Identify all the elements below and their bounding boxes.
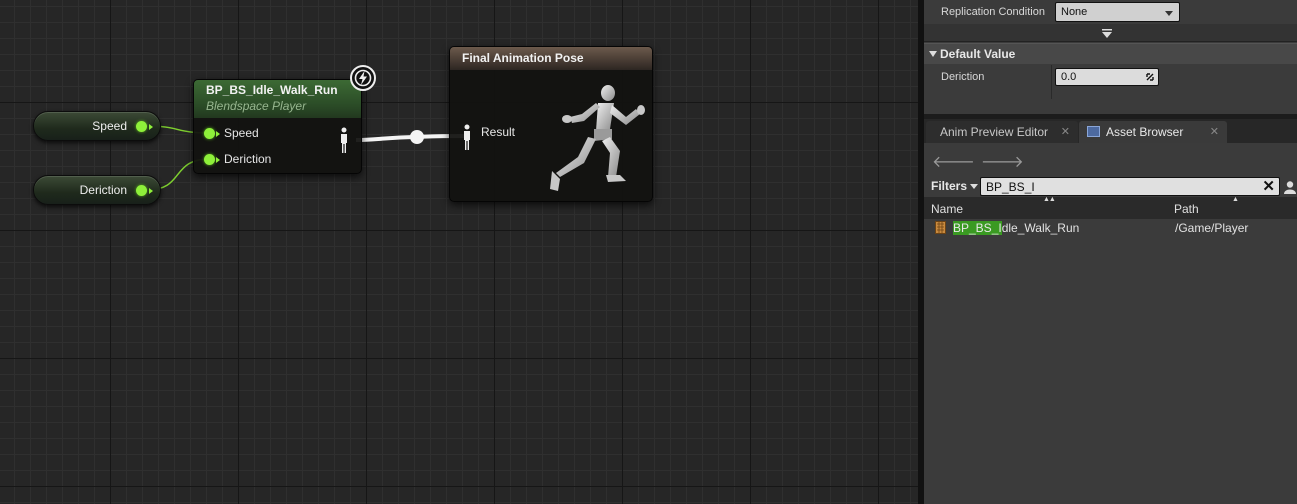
forward-arrow-icon[interactable]: 🡒 [981, 154, 1030, 171]
speed-output-pin[interactable] [136, 121, 147, 132]
asset-search-value: BP_BS_I [986, 180, 1035, 194]
user-icon[interactable] [1283, 180, 1297, 194]
collapse-arrow-icon [929, 51, 937, 57]
tab-anim-preview-label: Anim Preview Editor [940, 125, 1049, 139]
back-arrow-icon[interactable]: 🡐 [932, 154, 981, 171]
pin-arrow-icon [149, 188, 153, 194]
deriction-default-row: Deriction 0.0 [924, 65, 1297, 99]
column-header-name[interactable]: Name [931, 202, 963, 216]
result-input-pin-row[interactable]: Result [462, 124, 515, 156]
close-icon[interactable]: ✕ [1210, 125, 1219, 138]
expand-arrow-icon [1102, 29, 1112, 38]
result-label: Result [481, 125, 516, 139]
anim-asset-icon [935, 221, 946, 234]
default-value-section-header[interactable]: Default Value [924, 43, 1297, 64]
close-icon[interactable]: ✕ [1061, 125, 1070, 138]
deriction-output-pin[interactable] [136, 185, 147, 196]
asset-search-input[interactable]: BP_BS_I ✕ [980, 177, 1280, 196]
pin-arrow-icon [149, 124, 153, 130]
asset-name: BP_BS_Idle_Walk_Run [953, 221, 1079, 235]
blendspace-node-title: BP_BS_Idle_Walk_Run [206, 83, 338, 97]
deriction-default-value: 0.0 [1061, 71, 1077, 83]
chevron-down-icon [1165, 11, 1173, 16]
speed-variable-label: Speed [92, 119, 127, 133]
blendspace-player-node[interactable]: BP_BS_Idle_Walk_Run Blendspace Player Sp… [193, 79, 362, 174]
blendspace-node-subtitle: Blendspace Player [206, 99, 307, 113]
mannequin-preview-icon [550, 85, 645, 191]
deriction-variable-node[interactable]: Deriction [33, 175, 161, 205]
column-header-path[interactable]: Path [1174, 202, 1199, 216]
final-pose-node-header: Final Animation Pose [450, 47, 652, 70]
search-match-highlight: BP_BS_I [953, 221, 1002, 235]
column-divider [1051, 65, 1052, 99]
replication-condition-value: None [1061, 6, 1088, 18]
asset-list-header: Name ▲▲ Path ▲ [924, 196, 1297, 219]
advanced-expander[interactable] [924, 24, 1297, 42]
tab-asset-browser-label: Asset Browser [1106, 125, 1184, 139]
replication-condition-dropdown[interactable]: None [1055, 2, 1180, 22]
deriction-variable-label: Deriction [79, 183, 127, 197]
pose-output-pin-icon[interactable] [339, 127, 349, 155]
sort-indicator-icon: ▲ [1232, 196, 1239, 203]
filters-dropdown[interactable]: Filters [931, 179, 979, 193]
replication-condition-row: Replication Condition None [924, 0, 1297, 24]
speed-input-label: Speed [224, 126, 259, 140]
tab-bar: Anim Preview Editor ✕ Asset Browser ✕ [924, 119, 1297, 143]
asset-browser-tab-icon [1087, 126, 1100, 137]
final-pose-node-title: Final Animation Pose [462, 51, 584, 65]
speed-variable-node[interactable]: Speed [33, 111, 161, 141]
deriction-default-label: Deriction [941, 71, 985, 83]
filters-label: Filters [931, 179, 968, 193]
right-panel: Replication Condition None Default Value… [924, 0, 1297, 504]
tab-anim-preview-editor[interactable]: Anim Preview Editor ✕ [926, 121, 1078, 143]
deriction-input-label: Deriction [224, 152, 272, 166]
final-animation-pose-node[interactable]: Final Animation Pose Result [449, 46, 653, 202]
blendspace-node-header: BP_BS_Idle_Walk_Run Blendspace Player [194, 80, 361, 118]
speed-input-pin[interactable] [204, 128, 215, 139]
wire-reroute-knot [410, 130, 424, 144]
default-value-title: Default Value [940, 47, 1016, 61]
deriction-default-input[interactable]: 0.0 [1055, 68, 1159, 86]
pin-arrow-icon [216, 157, 220, 163]
pin-arrow-icon [216, 131, 220, 137]
tab-asset-browser[interactable]: Asset Browser ✕ [1079, 121, 1227, 143]
asset-name-rest: dle_Walk_Run [1001, 221, 1080, 235]
sort-ascending-icon: ▲▲ [1043, 196, 1056, 203]
history-nav: 🡐🡒 [932, 151, 1030, 172]
chevron-down-icon [970, 184, 979, 190]
anim-graph-canvas[interactable]: Speed Deriction BP_BS_Idle_Walk_Run Blen… [0, 0, 918, 504]
replication-condition-label: Replication Condition [941, 6, 1045, 18]
clear-icon[interactable]: ✕ [1262, 177, 1275, 195]
asset-list-item[interactable]: BP_BS_Idle_Walk_Run /Game/Player [924, 219, 1297, 237]
asset-path: /Game/Player [1175, 221, 1249, 235]
asset-browser: 🡐🡒 Filters BP_BS_I ✕ Name ▲▲ Path ▲ BP_B… [924, 143, 1297, 504]
lightning-icon [350, 65, 376, 91]
resize-grip-icon [1146, 73, 1154, 81]
deriction-input-pin[interactable] [204, 154, 215, 165]
pose-pin-icon[interactable] [462, 124, 472, 152]
